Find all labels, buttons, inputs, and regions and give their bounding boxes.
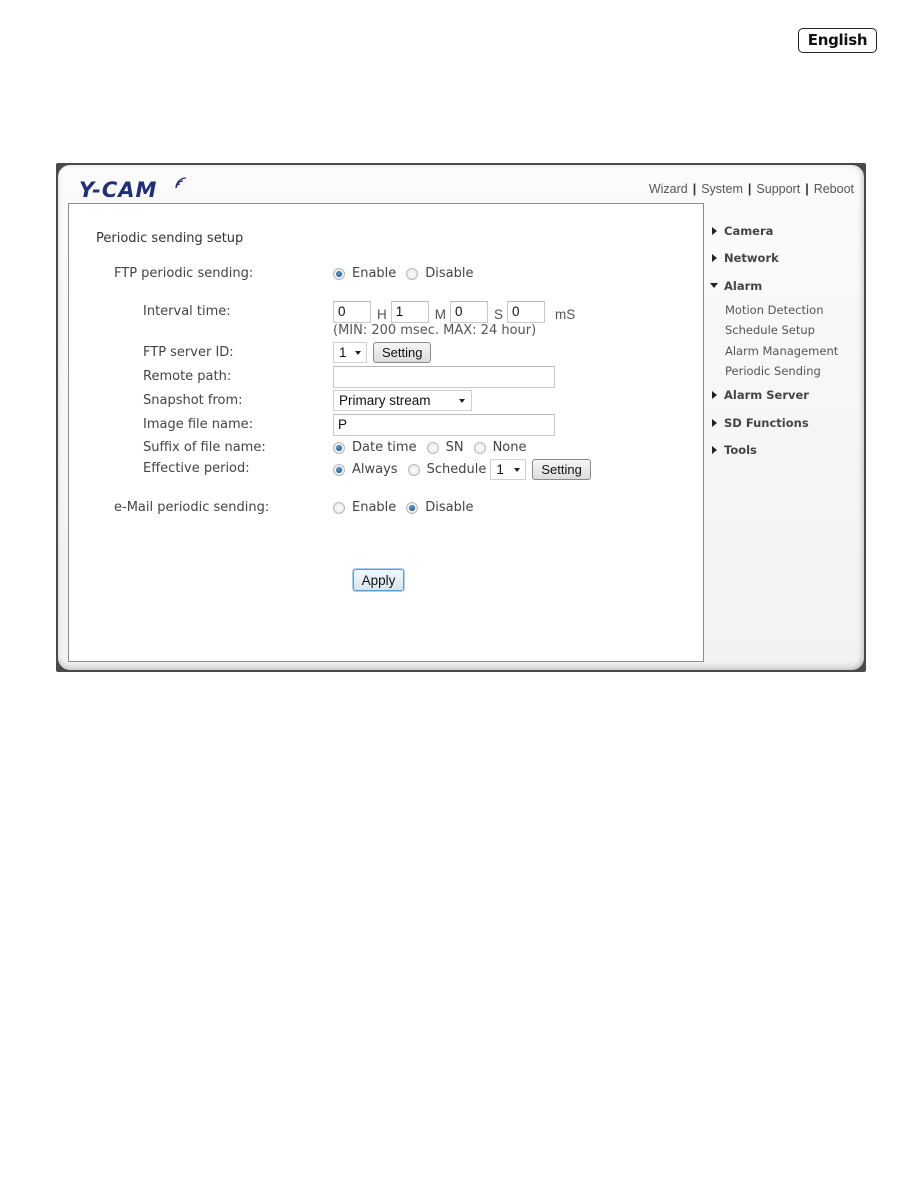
chevron-down-icon <box>459 398 465 403</box>
ycam-logo: Y-CAM <box>79 177 187 202</box>
ftp-server-id-controls: 1 Setting <box>333 342 432 363</box>
sidebar-item-tools[interactable]: Tools <box>710 437 860 465</box>
image-file-name-control: P <box>333 414 555 436</box>
ftp-disable-label: Disable <box>425 266 474 281</box>
email-periodic-sending-radio-group: Enable Disable <box>333 500 484 515</box>
caret-right-icon <box>712 254 717 263</box>
ftp-periodic-sending-label: FTP periodic sending: <box>114 266 254 281</box>
language-badge[interactable]: English <box>798 28 877 53</box>
content-panel: Periodic sending setup FTP periodic send… <box>68 203 704 662</box>
email-disable-radio[interactable] <box>406 501 419 514</box>
section-title: Periodic sending setup <box>96 231 244 246</box>
effective-period-controls: Always Schedule 1 Setting <box>333 459 591 480</box>
interval-hours-input[interactable]: 0 <box>333 301 371 323</box>
ftp-disable-radio[interactable] <box>406 267 419 280</box>
chevron-down-icon <box>355 350 361 355</box>
interval-time-label: Interval time: <box>143 304 231 319</box>
suffix-none-label: None <box>492 440 527 455</box>
email-disable-label: Disable <box>425 500 474 515</box>
suffix-sn-label: SN <box>445 440 464 455</box>
ftp-server-setting-button[interactable]: Setting <box>373 342 432 363</box>
hours-unit: H <box>377 306 387 322</box>
email-enable-label: Enable <box>352 500 397 515</box>
sidebar-item-camera[interactable]: Camera <box>710 217 860 245</box>
logo-text: Y-CAM <box>79 178 158 202</box>
sidebar-item-label: Alarm <box>724 278 763 293</box>
camera-web-ui-window: Y-CAM Wizard | System | Support | Reboot Perio… <box>56 163 866 672</box>
effective-schedule-radio[interactable] <box>407 463 420 476</box>
email-enable-radio[interactable] <box>333 501 345 514</box>
sidebar-subitem-periodic-sending[interactable]: Periodic Sending <box>710 361 860 382</box>
effective-period-label: Effective period: <box>143 461 250 476</box>
wireless-waves-icon <box>175 177 187 189</box>
effective-always-label: Always <box>352 462 398 477</box>
caret-right-icon <box>712 418 717 427</box>
sidebar-item-label: Camera <box>724 223 774 238</box>
sidebar-item-label: Network <box>724 251 779 266</box>
sidebar-item-alarm-server[interactable]: Alarm Server <box>710 382 860 410</box>
snapshot-from-control: Primary stream <box>333 390 472 411</box>
sidebar-subitem-schedule-setup[interactable]: Schedule Setup <box>710 320 860 341</box>
nav-wizard[interactable]: Wizard <box>649 182 688 196</box>
effective-schedule-label: Schedule <box>426 462 487 477</box>
snapshot-from-label: Snapshot from: <box>143 393 243 408</box>
suffix-of-file-name-label: Suffix of file name: <box>143 440 266 455</box>
caret-right-icon <box>712 391 717 400</box>
suffix-date-time-label: Date time <box>352 440 417 455</box>
caret-right-icon <box>712 226 717 235</box>
milliseconds-unit: mS <box>555 306 576 322</box>
sidebar-item-sd-functions[interactable]: SD Functions <box>710 409 860 437</box>
interval-minutes-input[interactable]: 1 <box>390 301 429 323</box>
schedule-value: 1 <box>496 462 504 477</box>
apply-button[interactable]: Apply <box>353 569 404 591</box>
caret-down-icon <box>710 283 718 289</box>
nav-reboot[interactable]: Reboot <box>814 182 854 196</box>
interval-milliseconds-input[interactable]: 0 <box>507 301 546 323</box>
ftp-enable-radio[interactable] <box>333 267 345 280</box>
image-file-name-label: Image file name: <box>143 417 254 432</box>
ftp-periodic-sending-radio-group: Enable Disable <box>333 266 484 281</box>
seconds-unit: S <box>494 306 504 322</box>
ftp-server-id-label: FTP server ID: <box>143 345 234 360</box>
chevron-down-icon <box>514 467 521 472</box>
nav-separator: | <box>805 182 809 196</box>
suffix-radio-group: Date time SN None <box>333 440 536 455</box>
snapshot-from-select[interactable]: Primary stream <box>333 390 472 411</box>
window-frame: Y-CAM Wizard | System | Support | Reboot Perio… <box>58 165 864 670</box>
nav-separator: | <box>692 182 697 196</box>
sidebar-nav: Camera Network Alarm Motion Detection Sc… <box>710 217 860 464</box>
nav-separator: | <box>747 182 752 196</box>
ftp-enable-label: Enable <box>352 266 397 281</box>
effective-always-radio[interactable] <box>333 463 345 476</box>
schedule-setting-button[interactable]: Setting <box>532 459 591 480</box>
schedule-select[interactable]: 1 <box>490 459 527 480</box>
remote-path-label: Remote path: <box>143 369 232 384</box>
sidebar-subitem-motion-detection[interactable]: Motion Detection <box>710 300 860 321</box>
sidebar-item-alarm[interactable]: Alarm <box>710 272 860 300</box>
sidebar-item-label: Alarm Server <box>724 388 809 403</box>
suffix-none-radio[interactable] <box>473 441 486 454</box>
suffix-date-time-radio[interactable] <box>333 441 345 454</box>
sidebar-item-network[interactable]: Network <box>710 245 860 273</box>
sidebar-item-label: Tools <box>724 443 757 458</box>
snapshot-from-value: Primary stream <box>339 393 431 408</box>
minutes-unit: M <box>434 306 446 322</box>
top-nav: Wizard | System | Support | Reboot <box>649 182 854 196</box>
nav-support[interactable]: Support <box>756 182 800 196</box>
ftp-server-id-select[interactable]: 1 <box>333 342 367 363</box>
suffix-sn-radio[interactable] <box>426 441 439 454</box>
email-periodic-sending-label: e-Mail periodic sending: <box>114 500 270 515</box>
sidebar-item-label: SD Functions <box>724 415 809 430</box>
remote-path-control <box>333 366 555 388</box>
remote-path-input[interactable] <box>333 366 555 388</box>
interval-seconds-input[interactable]: 0 <box>450 301 488 323</box>
ftp-server-id-value: 1 <box>339 345 347 360</box>
sidebar-subitem-alarm-management[interactable]: Alarm Management <box>710 341 860 362</box>
interval-hint: (MIN: 200 msec. MAX: 24 hour) <box>333 323 537 338</box>
nav-system[interactable]: System <box>701 182 743 196</box>
image-file-name-input[interactable]: P <box>333 414 555 436</box>
interval-time-inputs: 0 H 1 M 0 S 0 mS <box>333 301 579 323</box>
caret-right-icon <box>712 446 717 455</box>
